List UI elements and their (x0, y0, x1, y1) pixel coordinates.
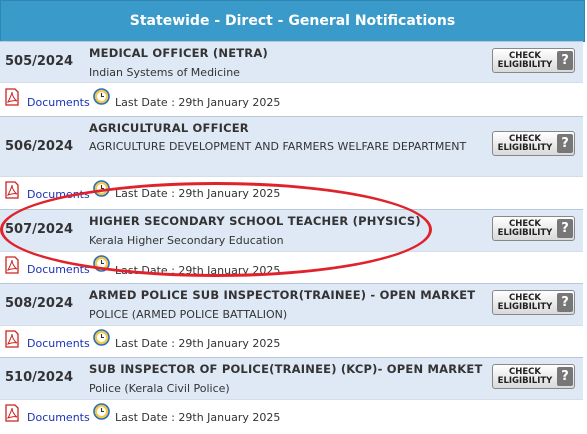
check-eligibility-button[interactable]: CHECK ELIGIBILITY ? (492, 48, 575, 73)
documents-link[interactable]: Documents (27, 188, 90, 201)
help-icon: ? (557, 367, 573, 386)
last-date: Last Date : 29th January 2025 (115, 187, 281, 200)
eligibility-label: ELIGIBILITY (497, 59, 553, 70)
notification-row: 507/2024 HIGHER SECONDARY SCHOOL TEACHER… (0, 209, 583, 251)
section-title: Statewide - Direct - General Notificatio… (129, 13, 456, 29)
eligibility-label: ELIGIBILITY (497, 375, 553, 386)
notification-department: Indian Systems of Medicine (89, 66, 240, 79)
section-header: Statewide - Direct - General Notificatio… (0, 0, 585, 42)
notification-row: 510/2024 SUB INSPECTOR OF POLICE(TRAINEE… (0, 357, 583, 399)
last-date: Last Date : 29th January 2025 (115, 411, 281, 424)
notification-subrow: Documents Last Date : 29th January 2025 (0, 399, 583, 432)
last-date: Last Date : 29th January 2025 (115, 264, 281, 277)
notification-subrow: Documents Last Date : 29th January 2025 (0, 325, 583, 357)
notification-row: 505/2024 MEDICAL OFFICER (NETRA) Indian … (0, 41, 583, 82)
clock-icon (93, 88, 110, 105)
notification-row: 506/2024 AGRICULTURAL OFFICER AGRICULTUR… (0, 116, 583, 176)
notification-code: 510/2024 (5, 370, 74, 385)
clock-icon (93, 403, 110, 420)
notification-code: 506/2024 (5, 139, 74, 154)
notification-code: 505/2024 (5, 54, 74, 69)
notification-code: 508/2024 (5, 296, 74, 311)
help-icon: ? (557, 219, 573, 238)
notification-department: AGRICULTURE DEVELOPMENT AND FARMERS WELF… (89, 140, 467, 153)
notification-title[interactable]: SUB INSPECTOR OF POLICE(TRAINEE) (KCP)- … (89, 362, 483, 376)
clock-icon (93, 329, 110, 346)
documents-link[interactable]: Documents (27, 337, 90, 350)
check-eligibility-button[interactable]: CHECK ELIGIBILITY ? (492, 216, 575, 241)
documents-link[interactable]: Documents (27, 263, 90, 276)
notification-title[interactable]: AGRICULTURAL OFFICER (89, 121, 249, 135)
notification-title[interactable]: HIGHER SECONDARY SCHOOL TEACHER (PHYSICS… (89, 214, 421, 228)
last-date: Last Date : 29th January 2025 (115, 96, 281, 109)
help-icon: ? (557, 134, 573, 153)
pdf-icon[interactable] (5, 404, 19, 422)
notification-subrow: Documents Last Date : 29th January 2025 (0, 251, 583, 283)
notification-title[interactable]: ARMED POLICE SUB INSPECTOR(TRAINEE) - OP… (89, 288, 475, 302)
notification-row: 508/2024 ARMED POLICE SUB INSPECTOR(TRAI… (0, 283, 583, 325)
help-icon: ? (557, 293, 573, 312)
pdf-icon[interactable] (5, 256, 19, 274)
eligibility-label: ELIGIBILITY (497, 301, 553, 312)
pdf-icon[interactable] (5, 88, 19, 106)
check-eligibility-button[interactable]: CHECK ELIGIBILITY ? (492, 290, 575, 315)
documents-link[interactable]: Documents (27, 96, 90, 109)
notification-department: Kerala Higher Secondary Education (89, 234, 284, 247)
clock-icon (93, 180, 110, 197)
pdf-icon[interactable] (5, 330, 19, 348)
check-eligibility-button[interactable]: CHECK ELIGIBILITY ? (492, 131, 575, 156)
notification-subrow: Documents Last Date : 29th January 2025 (0, 82, 583, 116)
eligibility-label: ELIGIBILITY (497, 227, 553, 238)
notification-code: 507/2024 (5, 222, 74, 237)
clock-icon (93, 255, 110, 272)
notification-department: Police (Kerala Civil Police) (89, 382, 230, 395)
last-date: Last Date : 29th January 2025 (115, 337, 281, 350)
notification-department: POLICE (ARMED POLICE BATTALION) (89, 308, 288, 321)
notification-subrow: Documents Last Date : 29th January 2025 (0, 176, 583, 209)
notification-title[interactable]: MEDICAL OFFICER (NETRA) (89, 46, 268, 60)
help-icon: ? (557, 51, 573, 70)
check-eligibility-button[interactable]: CHECK ELIGIBILITY ? (492, 364, 575, 389)
eligibility-label: ELIGIBILITY (497, 142, 553, 153)
pdf-icon[interactable] (5, 181, 19, 199)
documents-link[interactable]: Documents (27, 411, 90, 424)
